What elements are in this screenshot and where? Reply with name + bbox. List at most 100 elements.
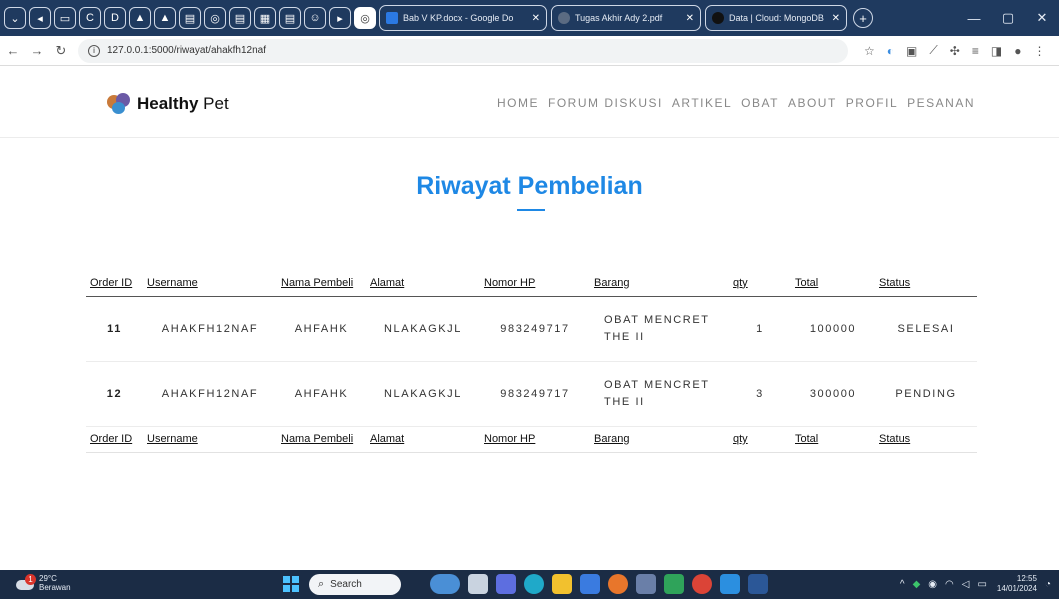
header-barang[interactable]: Barang (590, 270, 729, 296)
window-controls: — ▢ ✕ (957, 0, 1059, 36)
close-icon[interactable]: ✕ (686, 13, 694, 24)
header-nomor-hp[interactable]: Nomor HP (480, 270, 590, 296)
vscode-icon[interactable] (720, 574, 740, 594)
new-tab-button[interactable]: + (853, 8, 873, 28)
pinned-tab-5[interactable]: ▲ (129, 7, 151, 29)
system-tray: ^ ◆ ◉ ◠ ◁ ▭ 12:55 14/01/2024 ◔ (892, 574, 1051, 594)
footer-nama-pembeli: Nama Pembeli (281, 433, 354, 445)
address-bar[interactable]: i 127.0.0.1:5000/riwayat/ahakfh12naf (78, 38, 848, 63)
pinned-tab-4[interactable]: D (104, 7, 126, 29)
pinned-tab-13[interactable]: ▸ (329, 7, 351, 29)
tab-bab-v[interactable]: Bab V KP.docx - Google Do ✕ (379, 5, 547, 31)
pinned-tab-2[interactable]: ▭ (54, 7, 76, 29)
weather-widget[interactable]: 1 29°C Berawan (16, 574, 71, 592)
chrome-icon[interactable] (692, 574, 712, 594)
file-explorer-icon[interactable] (552, 574, 572, 594)
edge-icon[interactable] (524, 574, 544, 594)
nav-about[interactable]: ABOUT (788, 96, 837, 110)
extension-icon[interactable]: ◐ (887, 44, 894, 58)
nav-artikel[interactable]: ARTIKEL (672, 96, 732, 110)
purchase-history-table: Order ID Username Nama Pembeli Alamat No… (86, 270, 977, 453)
nav-home[interactable]: HOME (497, 96, 539, 110)
pinned-tab-12[interactable]: ☺ (304, 7, 326, 29)
tab-tugas-akhir[interactable]: Tugas Akhir Ady 2.pdf ✕ (551, 5, 701, 31)
header-username[interactable]: Username (143, 270, 277, 296)
header-nama-pembeli[interactable]: Nama Pembeli (277, 270, 366, 296)
pinned-tab-7[interactable]: ▤ (179, 7, 201, 29)
pinned-tab-6[interactable]: ▲ (154, 7, 176, 29)
close-icon[interactable]: ✕ (832, 13, 840, 24)
back-icon[interactable]: ← (2, 43, 24, 58)
minimize-icon[interactable]: — (957, 11, 991, 26)
tab-label: Bab V KP.docx - Google Do (403, 13, 514, 23)
pinned-tab-3[interactable]: C (79, 7, 101, 29)
footer-order-id: Order ID (90, 433, 133, 445)
site-header: Healthy Pet HOME FORUM DISKUSI ARTIKEL O… (0, 67, 1059, 138)
reload-icon[interactable]: ↻ (50, 43, 72, 59)
widgets-icon[interactable] (430, 574, 460, 594)
firefox-icon[interactable] (608, 574, 628, 594)
cell-alamat: NLAKAGKJL (384, 387, 462, 400)
chat-icon[interactable] (496, 574, 516, 594)
app-icon[interactable] (636, 574, 656, 594)
pinned-tab-8[interactable]: ◎ (204, 7, 226, 29)
site-logo[interactable]: Healthy Pet (107, 93, 229, 115)
cell-qty: 3 (756, 387, 764, 400)
browser-tabstrip: ⌄ ◂ ▭ C D ▲ ▲ ▤ ◎ ▤ ▦ ▤ ☺ ▸ ◎ Bab V KP.d… (0, 0, 1059, 36)
sidepanel-icon[interactable]: ◨ (991, 44, 1002, 58)
nav-obat[interactable]: OBAT (741, 96, 779, 110)
footer-barang: Barang (594, 433, 630, 445)
bell-icon[interactable]: ◔ (1045, 579, 1051, 590)
nav-profil[interactable]: PROFIL (846, 96, 898, 110)
battery-icon[interactable]: ▭ (977, 579, 986, 590)
reading-list-icon[interactable]: ≡ (972, 44, 979, 58)
cell-status: SELESAI (897, 322, 955, 335)
header-total[interactable]: Total (791, 270, 875, 296)
store-icon[interactable] (580, 574, 600, 594)
nav-pesanan[interactable]: PESANAN (907, 96, 975, 110)
tab-label: Data | Cloud: MongoDB Cl (729, 13, 826, 23)
pinned-tab-1[interactable]: ◂ (29, 7, 51, 29)
tab-label: Tugas Akhir Ady 2.pdf (575, 13, 663, 23)
tray-app-icon-2[interactable]: ◉ (928, 579, 937, 590)
maximize-icon[interactable]: ▢ (991, 10, 1025, 26)
close-icon[interactable]: ✕ (532, 13, 540, 24)
tab-search-icon[interactable]: ⌄ (4, 7, 26, 29)
header-alamat[interactable]: Alamat (366, 270, 480, 296)
active-tab[interactable]: ◎ (354, 7, 376, 29)
tray-app-icon[interactable]: ◆ (913, 579, 921, 590)
tab-mongodb[interactable]: Data | Cloud: MongoDB Cl ✕ (705, 5, 847, 31)
windows-start-icon[interactable] (283, 576, 299, 592)
wifi-icon[interactable]: ◠ (945, 579, 954, 590)
taskbar-search[interactable]: ⌕ Search (309, 574, 401, 595)
header-order-id[interactable]: Order ID (86, 270, 143, 296)
extension-icon-3[interactable]: ⟋ (929, 43, 937, 58)
task-view-icon[interactable] (468, 574, 488, 594)
menu-icon[interactable]: ⋮ (1033, 44, 1045, 58)
cell-nama-pembeli: AHFAHK (294, 322, 349, 335)
puzzle-icon[interactable]: ✣ (950, 44, 960, 58)
pinned-tab-9[interactable]: ▤ (229, 7, 251, 29)
site-info-icon[interactable]: i (88, 44, 100, 57)
word-icon[interactable] (748, 574, 768, 594)
cell-nama-pembeli: AHFAHK (294, 387, 349, 400)
forward-icon[interactable]: → (26, 43, 48, 58)
close-window-icon[interactable]: ✕ (1025, 10, 1059, 26)
star-icon[interactable]: ☆ (864, 44, 875, 58)
profile-avatar-icon[interactable]: ● (1014, 44, 1021, 58)
pinned-tab-11[interactable]: ▤ (279, 7, 301, 29)
header-qty[interactable]: qty (729, 270, 791, 296)
nav-forum-diskusi[interactable]: FORUM DISKUSI (548, 96, 663, 110)
volume-icon[interactable]: ◁ (962, 579, 970, 590)
clock[interactable]: 12:55 14/01/2024 (997, 574, 1037, 594)
notification-badge: 1 (25, 574, 36, 585)
app-icon-2[interactable] (664, 574, 684, 594)
header-status[interactable]: Status (875, 270, 977, 296)
cell-total: 100000 (809, 322, 857, 335)
main-nav: HOME FORUM DISKUSI ARTIKEL OBAT ABOUT PR… (488, 96, 975, 110)
cell-alamat: NLAKAGKJL (384, 322, 462, 335)
footer-nomor-hp: Nomor HP (484, 433, 536, 445)
pinned-tab-10[interactable]: ▦ (254, 7, 276, 29)
chevron-up-icon[interactable]: ^ (900, 579, 905, 590)
extension-icon-2[interactable]: ▣ (906, 44, 917, 58)
